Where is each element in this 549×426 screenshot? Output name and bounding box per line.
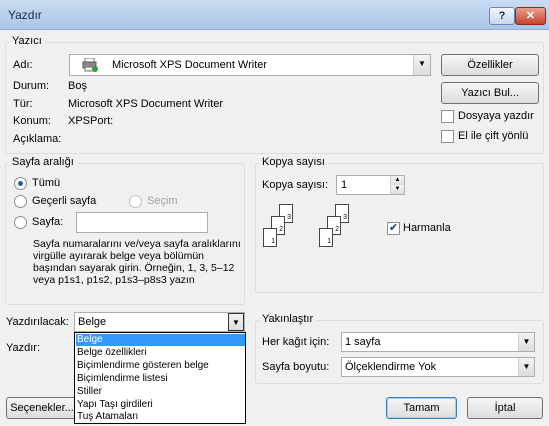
page-number-label: 3 [343,214,347,221]
collate-checkbox[interactable]: ✔ [387,222,400,235]
all-pages-radio[interactable] [14,177,27,190]
pages-per-sheet-label: Her kağıt için: [262,336,330,348]
manual-duplex-checkbox[interactable] [441,130,454,143]
options-button[interactable]: Seçenekler... [6,397,78,419]
page-range-help-text: Sayfa numaralarını ve/veya sayfa aralıkl… [33,238,241,286]
collate-label: Harmanla [403,222,451,234]
copies-value: 1 [341,179,348,191]
all-pages-label: Tümü [32,177,61,189]
selection-label: Seçim [147,195,178,207]
copies-spinner[interactable]: 1 ▲ ▼ [336,175,405,195]
status-label: Durum: [13,80,50,92]
list-item[interactable]: Yapı Taşı girdileri [76,399,245,411]
page-number-label: 3 [287,214,291,221]
page-range-group-label: Sayfa aralığı [9,156,77,168]
printer-icon [82,57,98,72]
status-value: Boş [68,80,87,92]
type-value: Microsoft XPS Document Writer [68,98,224,110]
location-value: XPSPort: [68,115,114,127]
print-what-value: Belge [78,316,107,328]
zoom-group-label: Yakınlaştır [259,313,317,325]
page-number-label: 2 [335,226,339,233]
print-what-dropdown-list[interactable]: Belge Belge özellikleri Biçimlendirme gö… [74,332,246,424]
collated-pages-icon: 3 2 1 [318,202,360,258]
cancel-button[interactable]: İptal [467,397,543,419]
list-item[interactable]: Tuş Atamaları [76,411,245,423]
spin-up-icon[interactable]: ▲ [390,176,404,185]
printer-group-label: Yazıcı [9,35,45,47]
title-bar[interactable]: Yazdır ? ✕ [0,0,549,30]
current-page-radio[interactable] [14,195,27,208]
pages-input[interactable] [76,212,208,233]
page-number-label: 2 [279,226,283,233]
window-title: Yazdır [8,8,42,22]
scale-label: Sayfa boyutu: [262,361,330,373]
list-item[interactable]: Belge özellikleri [76,347,245,359]
printer-name-label: Adı: [13,59,33,71]
print-what-select[interactable]: Belge ▼ [74,312,245,332]
list-item[interactable]: Biçimlendirme gösteren belge [76,360,245,372]
help-button[interactable]: ? [489,7,515,25]
chevron-down-icon[interactable]: ▼ [518,358,534,376]
list-item[interactable]: Biçimlendirme listesi [76,373,245,385]
dialog-body: Yazıcı Adı: Microsoft XPS Document Write… [0,30,549,426]
page-number-label: 1 [327,238,331,245]
chevron-down-icon[interactable]: ▼ [228,313,244,331]
location-label: Konum: [13,115,51,127]
print-to-file-checkbox[interactable] [441,110,454,123]
current-page-label: Geçerli sayfa [32,195,97,207]
find-printer-button[interactable]: Yazıcı Bul... [441,82,539,104]
collated-pages-icon: 3 2 1 [262,202,304,258]
manual-duplex-label: El ile çift yönlü [458,130,529,142]
print-what-label: Yazdırılacak: [6,316,69,328]
printer-name-value: Microsoft XPS Document Writer [112,59,268,71]
close-button[interactable]: ✕ [515,7,546,25]
pages-label: Sayfa: [32,216,64,228]
print-label: Yazdır: [6,342,41,354]
copies-label: Kopya sayısı: [262,179,329,191]
comment-label: Açıklama: [13,133,62,145]
scale-value: Ölçeklendirme Yok [345,361,437,373]
pages-per-sheet-select[interactable]: 1 sayfa ▼ [341,332,535,352]
chevron-down-icon[interactable]: ▼ [518,333,534,351]
ok-button[interactable]: Tamam [386,397,457,419]
copies-group-label: Kopya sayısı [259,156,328,168]
scale-select[interactable]: Ölçeklendirme Yok ▼ [341,357,535,377]
page-number-label: 1 [271,238,275,245]
type-label: Tür: [13,98,33,110]
chevron-down-icon[interactable]: ▼ [413,55,430,75]
pages-per-sheet-value: 1 sayfa [345,336,381,348]
printer-name-select[interactable]: Microsoft XPS Document Writer ▼ [69,54,431,76]
pages-radio[interactable] [14,216,27,229]
print-to-file-label: Dosyaya yazdır [458,110,534,122]
spin-down-icon[interactable]: ▼ [390,185,404,194]
selection-radio[interactable] [129,195,142,208]
list-item[interactable]: Stiller [76,386,245,398]
list-item[interactable]: Belge [76,334,245,346]
properties-button[interactable]: Özellikler [441,54,539,76]
